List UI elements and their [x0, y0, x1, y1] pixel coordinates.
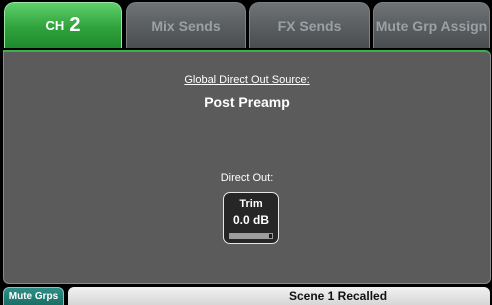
tab-mute-grp-assign-label: Mute Grp Assign: [375, 17, 488, 34]
global-direct-out-source-label: Global Direct Out Source:: [184, 74, 310, 86]
channel-number: 2: [69, 14, 81, 36]
status-bar: Mute Grps Scene 1 Recalled: [0, 285, 492, 305]
tab-fx-sends-label: FX Sends: [277, 17, 342, 34]
trim-level-bar: [229, 233, 273, 239]
direct-out-trim-control[interactable]: Trim 0.0 dB: [223, 192, 279, 244]
tab-fx-sends[interactable]: FX Sends: [249, 2, 370, 48]
trim-value: 0.0 dB: [232, 213, 269, 227]
mute-grps-button[interactable]: Mute Grps: [3, 287, 64, 305]
tab-bar: CH 2 Mix Sends FX Sends Mute Grp Assign: [0, 0, 492, 50]
trim-title: Trim: [239, 198, 263, 210]
tab-mix-sends-label: Mix Sends: [151, 17, 221, 34]
channel-panel: Global Direct Out Source: Post Preamp Di…: [3, 50, 491, 284]
tab-channel[interactable]: CH 2: [4, 2, 122, 48]
trim-level-fill: [230, 234, 269, 238]
direct-out-label: Direct Out:: [220, 172, 274, 184]
tab-mute-grp-assign[interactable]: Mute Grp Assign: [373, 2, 490, 48]
channel-prefix: CH: [45, 18, 65, 33]
tab-mix-sends[interactable]: Mix Sends: [126, 2, 246, 48]
status-message: Scene 1 Recalled: [68, 287, 490, 305]
global-direct-out-source-value[interactable]: Post Preamp: [4, 94, 490, 110]
